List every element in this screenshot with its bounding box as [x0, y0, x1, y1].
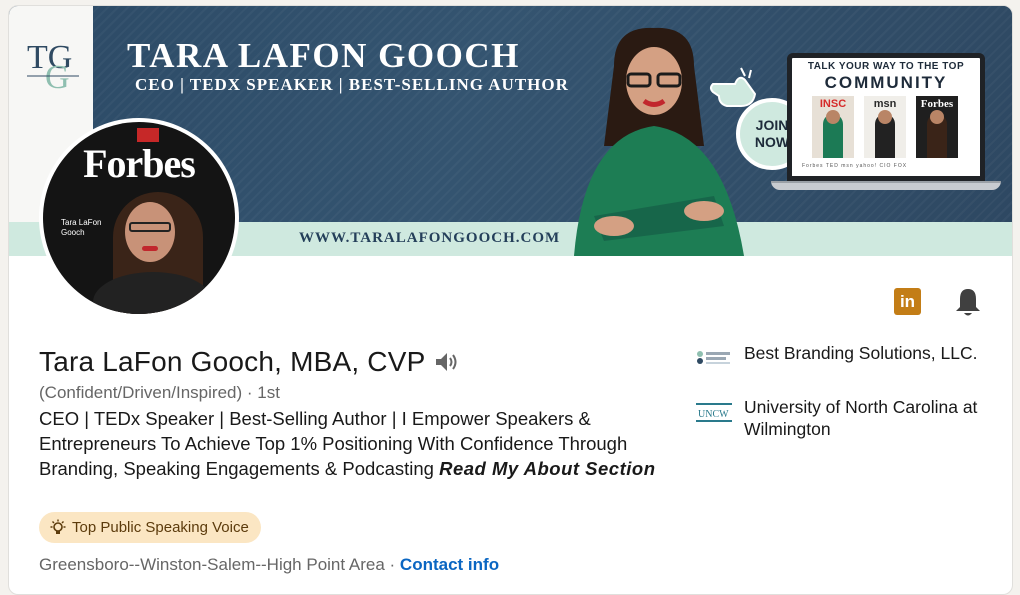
- pronouns: (Confident/Driven/Inspired): [39, 383, 243, 402]
- org-name: University of North Carolina at Wilmingt…: [744, 397, 978, 439]
- linkedin-icon[interactable]: in: [894, 288, 921, 315]
- laptop-screen: TALK YOUR WAY TO THE TOP COMMUNITY INSC …: [787, 53, 985, 181]
- tg-logo: TG G: [27, 39, 79, 96]
- svg-text:UNCW: UNCW: [698, 409, 729, 420]
- bulb-icon: [50, 519, 66, 534]
- profile-name: Tara LaFon Gooch, MBA, CVP: [39, 346, 426, 377]
- laptop-graphic: TALK YOUR WAY TO THE TOP COMMUNITY INSC …: [771, 53, 1001, 198]
- forbes-cover-title: Forbes: [83, 141, 196, 186]
- contact-info-link[interactable]: Contact info: [400, 555, 499, 574]
- magazine-cover: Forbes: [916, 96, 958, 158]
- banner-portrait: [574, 27, 744, 256]
- headline-emphasis: Read My About Section: [439, 458, 656, 479]
- profile-photo[interactable]: Forbes Tara LaFon Gooch: [39, 118, 239, 318]
- profile-card: TG G TARA LAFON GOOCH CEO | TEDX SPEAKER…: [8, 5, 1013, 595]
- speaker-icon[interactable]: [433, 350, 459, 374]
- badge-label: Top Public Speaking Voice: [72, 519, 249, 536]
- profile-headline: CEO | TEDx Speaker | Best-Selling Author…: [39, 408, 656, 479]
- banner-url: WWW.TARALAFONGOOCH.COM: [299, 230, 561, 246]
- magazine-cover: INSC: [812, 96, 854, 158]
- uncw-logo: UNCW: [696, 403, 732, 422]
- org-item-best-branding[interactable]: Best Branding Solutions, LLC.: [695, 342, 994, 370]
- org-item-uncw[interactable]: UNCW University of North Carolina at Wil…: [695, 396, 994, 440]
- hand-pointer-icon: [710, 67, 757, 107]
- svg-text:G: G: [45, 59, 70, 96]
- banner-name: TARA LAFON GOOCH: [127, 36, 520, 75]
- location-row: Greensboro--Winston-Salem--High Point Ar…: [39, 555, 500, 574]
- org-name: Best Branding Solutions, LLC.: [744, 343, 978, 363]
- top-voice-badge[interactable]: Top Public Speaking Voice: [39, 512, 261, 543]
- name-row: Tara LaFon Gooch, MBA, CVP: [39, 346, 459, 378]
- banner-tagline: CEO | TEDX SPEAKER | BEST-SELLING AUTHOR: [135, 75, 569, 94]
- bell-icon[interactable]: [954, 287, 982, 317]
- connection-degree: · 1st: [246, 383, 280, 402]
- location: Greensboro--Winston-Salem--High Point Ar…: [39, 555, 385, 574]
- pronouns-row: (Confident/Driven/Inspired) · 1st: [39, 383, 280, 403]
- magazine-cover: msn: [864, 96, 906, 158]
- best-branding-logo: [697, 351, 730, 364]
